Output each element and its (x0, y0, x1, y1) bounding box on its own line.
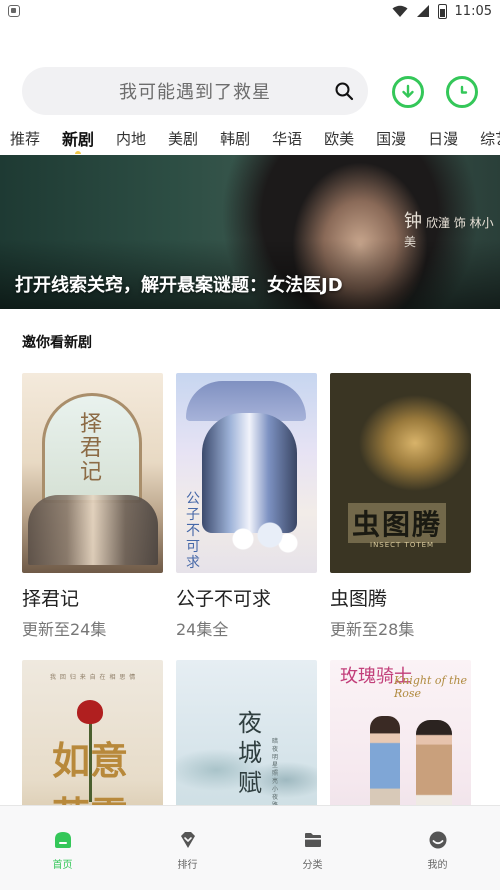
poster-calligraphy: 虫图腾 (348, 503, 447, 543)
poster-subtitle: 暗夜明星照亮小夜路 (272, 738, 279, 809)
drama-title: 虫图腾 (330, 588, 388, 610)
download-icon (402, 84, 414, 98)
tab-new-drama[interactable]: 新剧 (62, 126, 94, 154)
featured-banner[interactable]: 钟欣潼 饰 林小美 打开线索关窍，解开悬案谜题：女法医JD (0, 155, 500, 309)
nav-category-label: 分类 (302, 860, 323, 871)
category-tabs: 推荐 新剧 内地 美剧 韩剧 华语 欧美 国漫 日漫 综艺 (0, 122, 500, 154)
drama-episode-status: 更新至28集 (330, 620, 415, 639)
banner-title: 打开线索关窍，解开悬案谜题：女法医JD (15, 275, 343, 296)
home-icon (54, 832, 71, 848)
status-bar: 11:05 (0, 0, 500, 22)
drama-poster[interactable]: 公子不可求 (176, 373, 317, 573)
tab-mainland[interactable]: 内地 (116, 128, 146, 149)
drama-episode-status: 更新至24集 (22, 620, 107, 639)
nav-profile[interactable]: 我的 (375, 806, 500, 890)
app-notification-icon (8, 5, 20, 17)
search-input[interactable]: 我可能遇到了救星 (22, 67, 368, 115)
signal-icon (416, 5, 429, 17)
tab-us-drama[interactable]: 美剧 (168, 128, 198, 149)
tab-japanese-anime[interactable]: 日漫 (428, 128, 458, 149)
tab-western[interactable]: 欧美 (324, 128, 354, 149)
tab-chinese-anime[interactable]: 国漫 (376, 128, 406, 149)
download-button[interactable] (392, 76, 424, 108)
poster-calligraphy: 公子不可求 (186, 491, 200, 571)
drama-poster[interactable]: 虫图腾 INSECT TOTEM (330, 373, 471, 573)
search-icon[interactable] (334, 81, 354, 101)
nav-ranking-label: 排行 (177, 860, 198, 871)
poster-figures (28, 495, 158, 565)
tab-chinese[interactable]: 华语 (272, 128, 302, 149)
drama-episode-status: 24集全 (176, 620, 229, 639)
poster-subtitle: 我 回 归 来 自 在 相 思 情 (50, 674, 137, 681)
clock-icon (460, 85, 468, 94)
poster-calligraphy: 夜城赋 (238, 709, 262, 797)
history-button[interactable] (446, 76, 478, 108)
poster-subtitle: INSECT TOTEM (370, 541, 435, 549)
nav-home[interactable]: 首页 (0, 806, 125, 890)
drama-card[interactable]: 公子不可求 公子不可求 24集全 (176, 373, 317, 639)
poster-subtitle: Knight of the Rose (394, 674, 468, 700)
poster-figures (202, 413, 297, 533)
search-placeholder: 我可能遇到了救星 (119, 82, 271, 103)
drama-title: 择君记 (22, 588, 80, 610)
rank-icon (180, 832, 195, 848)
bottom-navigation: 首页 排行 分类 我的 (0, 805, 500, 890)
tab-korean-drama[interactable]: 韩剧 (220, 128, 250, 149)
wifi-icon (392, 5, 408, 17)
folder-icon (304, 833, 321, 847)
nav-ranking[interactable]: 排行 (125, 806, 250, 890)
search-row: 我可能遇到了救星 (0, 64, 500, 118)
drama-card[interactable]: 虫图腾 INSECT TOTEM 虫图腾 更新至28集 (330, 373, 471, 639)
tab-recommend[interactable]: 推荐 (10, 128, 40, 149)
nav-profile-label: 我的 (427, 860, 448, 871)
battery-icon (437, 3, 447, 19)
drama-title: 公子不可求 (176, 588, 272, 610)
nav-home-label: 首页 (52, 860, 73, 871)
profile-icon (429, 831, 446, 849)
poster-calligraphy: 择君记 (80, 412, 103, 485)
section-title: 邀你看新剧 (22, 335, 92, 351)
drama-card[interactable]: 择君记 择君记 更新至24集 (22, 373, 163, 639)
tab-variety[interactable]: 综艺 (480, 128, 500, 149)
nav-category[interactable]: 分类 (250, 806, 375, 890)
drama-poster[interactable]: 择君记 (22, 373, 163, 573)
poster-flowers (216, 519, 306, 559)
status-time: 11:05 (454, 3, 492, 19)
rose-icon (77, 700, 103, 724)
